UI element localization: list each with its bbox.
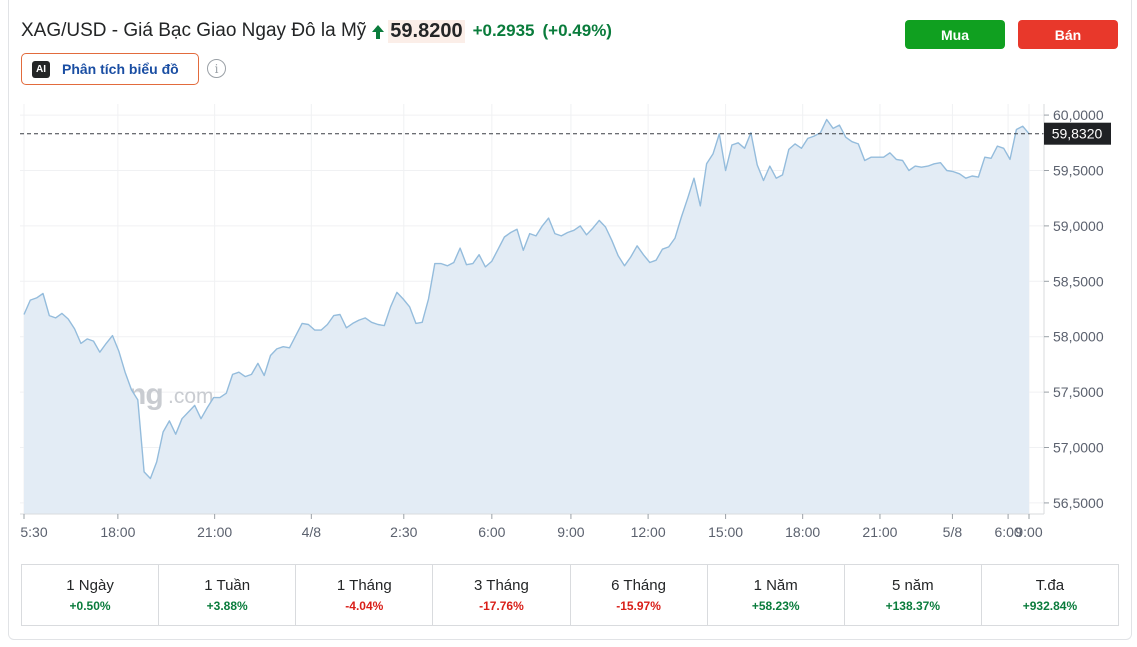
performance-value: +932.84% xyxy=(1022,599,1078,613)
y-tick-label: 60,0000 xyxy=(1053,107,1104,123)
performance-cell[interactable]: 1 Năm +58.23% xyxy=(708,565,845,625)
x-tick-label: 9:00 xyxy=(1015,524,1042,540)
performance-period: 6 Tháng xyxy=(611,577,666,594)
performance-period: 1 Năm xyxy=(753,577,798,594)
performance-value: -17.76% xyxy=(479,599,524,613)
y-tick-label: 59,5000 xyxy=(1053,162,1104,178)
performance-value: -15.97% xyxy=(616,599,661,613)
performance-period: 1 Tháng xyxy=(336,577,392,594)
performance-period: 5 năm xyxy=(891,577,934,594)
current-price-tag: 59,8320 xyxy=(1044,122,1111,145)
x-tick-label: 18:00 xyxy=(785,524,820,540)
x-tick-label: 21:00 xyxy=(862,524,897,540)
performance-cell[interactable]: 1 Tháng -4.04% xyxy=(296,565,434,625)
x-tick-label: 4/8 xyxy=(302,524,322,540)
y-axis: 60,0000 59,5000 59,0000 58,5000 58,0000 57,50… xyxy=(1043,104,1104,514)
y-tick-label: 57,5000 xyxy=(1053,384,1104,400)
performance-value: +138.37% xyxy=(885,599,940,613)
performance-value: +0.50% xyxy=(69,599,111,613)
performance-value: +58.23% xyxy=(751,599,800,613)
performance-period: 1 Ngày xyxy=(66,577,114,594)
y-tick-label: 58,5000 xyxy=(1053,273,1104,289)
x-tick-label: 12:00 xyxy=(631,524,666,540)
x-tick-label: 5:30 xyxy=(20,524,47,540)
performance-cell[interactable]: 1 Tuần +3.88% xyxy=(159,565,297,625)
price-chart[interactable]: Investing .com 60,000059,500059,000058,5… xyxy=(0,0,1137,560)
x-tick-label: 21:00 xyxy=(197,524,232,540)
x-tick-label: 5/8 xyxy=(943,524,963,540)
performance-value: -4.04% xyxy=(345,599,384,613)
performance-cell[interactable]: 3 Tháng -17.76% xyxy=(433,565,571,625)
price-tag-label: 59,8320 xyxy=(1052,126,1103,142)
y-tick-label: 57,0000 xyxy=(1053,440,1104,456)
x-tick-label: 18:00 xyxy=(100,524,135,540)
performance-period: 3 Tháng xyxy=(474,577,529,594)
performance-cell[interactable]: 6 Tháng -15.97% xyxy=(571,565,708,625)
watermark-suffix: .com xyxy=(168,385,214,408)
performance-cell[interactable]: T.đa +932.84% xyxy=(982,565,1118,625)
performance-cell[interactable]: 1 Ngày +0.50% xyxy=(22,565,160,625)
x-tick-label: 6:00 xyxy=(478,524,505,540)
x-tick-label: 9:00 xyxy=(557,524,584,540)
x-tick-label: 15:00 xyxy=(708,524,743,540)
performance-period: T.đa xyxy=(1035,577,1065,594)
y-tick-label: 56,5000 xyxy=(1053,495,1104,511)
performance-value: +3.88% xyxy=(206,599,248,613)
y-tick-label: 59,0000 xyxy=(1053,218,1104,234)
performance-cell[interactable]: 5 năm +138.37% xyxy=(845,565,982,625)
performance-period: 1 Tuần xyxy=(204,577,251,594)
performance-strip: 1 Ngày +0.50% 1 Tuần +3.88% 1 Tháng -4.04% 3 T… xyxy=(21,564,1119,626)
x-tick-label: 2:30 xyxy=(390,524,417,540)
y-tick-label: 58,0000 xyxy=(1053,329,1104,345)
price-area-fill xyxy=(24,119,1029,514)
x-axis: 5:30 18:00 21:00 4/8 2:30 6:00 9:00 12:00 15:00 1… xyxy=(20,513,1044,540)
price-series xyxy=(23,118,1030,514)
